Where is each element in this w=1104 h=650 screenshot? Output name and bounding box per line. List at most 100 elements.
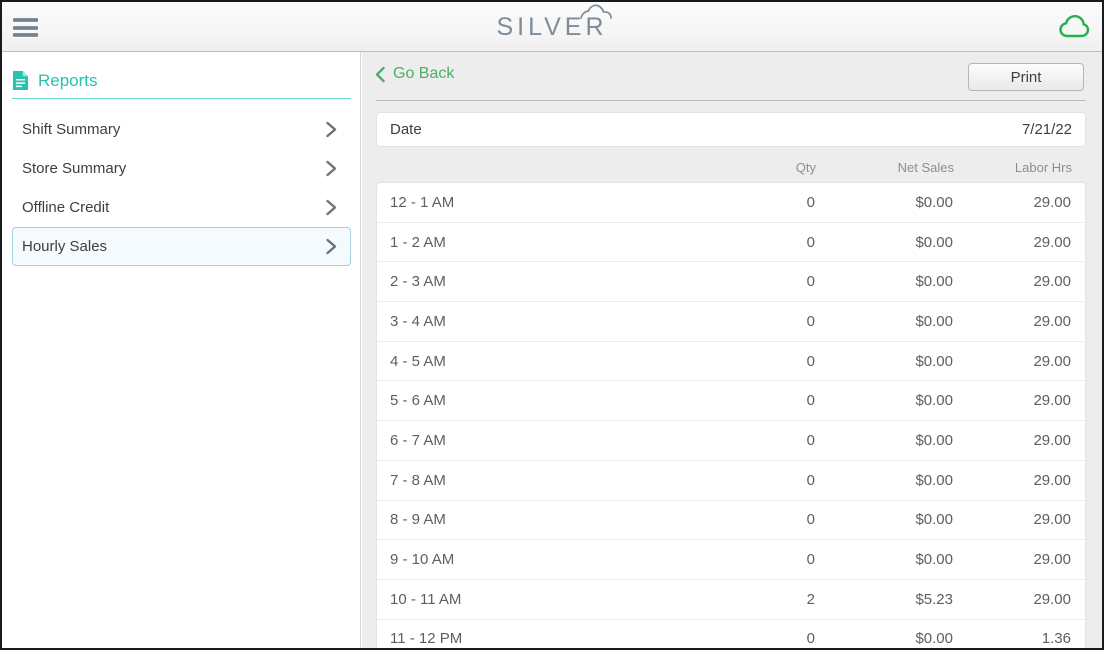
- cell-qty: 0: [806, 431, 815, 449]
- cell-labor-hrs: 29.00: [1033, 590, 1071, 608]
- document-icon: [13, 71, 28, 90]
- cell-labor-hrs: 29.00: [1033, 273, 1071, 291]
- cell-hour: 6 - 7 AM: [390, 431, 446, 449]
- cell-hour: 12 - 1 AM: [390, 193, 455, 211]
- table-row[interactable]: 2 - 3 AM 0 $0.00 29.00: [377, 262, 1085, 303]
- date-value: 7/21/22: [1021, 121, 1072, 138]
- cell-net-sales: $0.00: [915, 352, 953, 370]
- table-row[interactable]: 9 - 10 AM 0 $0.00 29.00: [377, 540, 1085, 580]
- cell-hour: 10 - 11 AM: [390, 590, 462, 608]
- hamburger-bar: [13, 25, 38, 30]
- go-back-label: Go Back: [393, 65, 455, 82]
- chevron-right-icon: [326, 160, 337, 177]
- table-row[interactable]: 4 - 5 AM 0 $0.00 29.00: [377, 342, 1085, 382]
- cell-qty: 0: [806, 312, 815, 330]
- sidebar-section-header: Reports: [12, 63, 351, 99]
- cell-labor-hrs: 29.00: [1033, 352, 1071, 370]
- cell-hour: 4 - 5 AM: [390, 352, 446, 370]
- date-field[interactable]: Date 7/21/22: [376, 112, 1086, 147]
- logo-wordmark: SILVER: [496, 12, 608, 41]
- cell-net-sales: $5.23: [915, 590, 953, 608]
- cloud-icon[interactable]: [1058, 12, 1090, 42]
- table-row[interactable]: 12 - 1 AM 0 $0.00 29.00: [377, 183, 1085, 223]
- cell-qty: 0: [806, 273, 815, 291]
- cell-qty: 0: [806, 193, 815, 211]
- sidebar-item-label: Shift Summary: [22, 121, 121, 138]
- header-divider: [376, 100, 1086, 101]
- cell-hour: 3 - 4 AM: [390, 312, 446, 330]
- app-logo: SILVER: [2, 2, 1102, 52]
- sidebar-item-label: Offline Credit: [22, 199, 110, 216]
- hamburger-bar: [13, 18, 38, 22]
- cell-labor-hrs: 29.00: [1033, 312, 1071, 330]
- sidebar-item-offline-credit[interactable]: Offline Credit: [12, 188, 351, 227]
- hamburger-bar: [13, 33, 38, 37]
- table-row[interactable]: 6 - 7 AM 0 $0.00 29.00: [377, 421, 1085, 461]
- cell-net-sales: $0.00: [915, 312, 953, 330]
- cell-net-sales: $0.00: [915, 630, 953, 648]
- cell-qty: 0: [806, 551, 815, 569]
- sidebar-menu: Shift Summary Store Summary Offline Cred…: [2, 110, 361, 266]
- top-bar: SILVER: [2, 2, 1102, 54]
- cell-net-sales: $0.00: [915, 471, 953, 489]
- table-row[interactable]: 7 - 8 AM 0 $0.00 29.00: [377, 461, 1085, 501]
- chevron-right-icon: [326, 238, 337, 255]
- app-window: SILVER Reports Shift Summary Store Summa…: [0, 0, 1104, 650]
- cell-qty: 0: [806, 630, 815, 648]
- cell-labor-hrs: 29.00: [1033, 511, 1071, 529]
- go-back-button[interactable]: Go Back: [375, 65, 454, 83]
- cell-qty: 0: [806, 352, 815, 370]
- table-row[interactable]: 3 - 4 AM 0 $0.00 29.00: [377, 302, 1085, 342]
- table-row[interactable]: 5 - 6 AM 0 $0.00 29.00: [377, 381, 1085, 422]
- cell-net-sales: $0.00: [915, 193, 953, 211]
- cell-hour: 8 - 9 AM: [390, 511, 446, 529]
- main-panel: Go Back Print Date 7/21/22 Qty Net Sales…: [362, 52, 1102, 648]
- cell-labor-hrs: 29.00: [1033, 551, 1071, 569]
- cell-qty: 0: [806, 471, 815, 489]
- column-header-qty: Qty: [795, 159, 816, 175]
- cell-qty: 0: [806, 233, 815, 251]
- main-header: Go Back Print: [362, 52, 1102, 100]
- cell-labor-hrs: 29.00: [1033, 233, 1071, 251]
- cell-labor-hrs: 29.00: [1033, 471, 1071, 489]
- sidebar-item-label: Hourly Sales: [22, 238, 108, 255]
- cell-labor-hrs: 29.00: [1033, 193, 1071, 211]
- cell-hour: 7 - 8 AM: [390, 471, 446, 489]
- cell-labor-hrs: 29.00: [1033, 431, 1071, 449]
- cell-hour: 9 - 10 AM: [390, 551, 455, 569]
- sidebar-item-hourly-sales[interactable]: Hourly Sales: [12, 227, 351, 266]
- cell-hour: 2 - 3 AM: [390, 273, 446, 291]
- hamburger-menu-icon[interactable]: [13, 18, 38, 37]
- cell-net-sales: $0.00: [915, 273, 953, 291]
- cell-net-sales: $0.00: [915, 551, 953, 569]
- sidebar-item-shift-summary[interactable]: Shift Summary: [12, 110, 351, 149]
- cell-hour: 11 - 12 PM: [390, 630, 463, 648]
- table-row[interactable]: 8 - 9 AM 0 $0.00 29.00: [377, 501, 1085, 541]
- chevron-left-icon: [375, 66, 385, 82]
- cell-qty: 0: [806, 392, 815, 410]
- cell-hour: 1 - 2 AM: [390, 233, 446, 251]
- sidebar-section-title: Reports: [38, 70, 98, 90]
- table-row[interactable]: 11 - 12 PM 0 $0.00 1.36: [377, 620, 1085, 648]
- cell-hour: 5 - 6 AM: [390, 392, 446, 410]
- cell-net-sales: $0.00: [915, 392, 953, 410]
- print-button[interactable]: Print: [968, 63, 1084, 91]
- chevron-right-icon: [326, 121, 337, 138]
- cell-qty: 0: [806, 511, 815, 529]
- cell-labor-hrs: 1.36: [1041, 630, 1071, 648]
- table-column-headers: Qty Net Sales Labor Hrs: [376, 154, 1086, 180]
- table-row[interactable]: 10 - 11 AM 2 $5.23 29.00: [377, 580, 1085, 620]
- hourly-sales-table[interactable]: 12 - 1 AM 0 $0.00 29.00 1 - 2 AM 0 $0.00 29.00 2…: [376, 182, 1086, 648]
- date-label: Date: [390, 121, 422, 138]
- cell-qty: 2: [806, 590, 815, 608]
- cell-net-sales: $0.00: [915, 233, 953, 251]
- table-row[interactable]: 1 - 2 AM 0 $0.00 29.00: [377, 223, 1085, 263]
- column-header-labor-hrs: Labor Hrs: [1014, 159, 1072, 175]
- cell-net-sales: $0.00: [915, 431, 953, 449]
- sidebar: Reports Shift Summary Store Summary Offl…: [2, 52, 361, 648]
- cell-labor-hrs: 29.00: [1033, 392, 1071, 410]
- sidebar-item-store-summary[interactable]: Store Summary: [12, 149, 351, 188]
- sidebar-item-label: Store Summary: [22, 160, 127, 177]
- column-header-net-sales: Net Sales: [897, 159, 954, 175]
- cell-net-sales: $0.00: [915, 511, 953, 529]
